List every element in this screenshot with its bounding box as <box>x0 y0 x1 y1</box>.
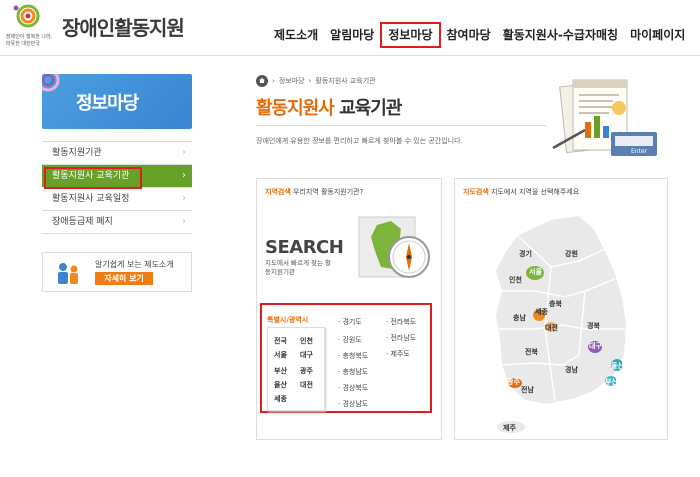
map-region-busan[interactable]: 부산 <box>605 377 618 387</box>
city-link[interactable]: 광주 <box>300 366 313 376</box>
province-link[interactable]: · 전라북도 <box>386 317 416 327</box>
logo-slogan: 장애인이 행복한 나라, 따뜻한 대한민국 <box>6 34 53 47</box>
view-details-button[interactable]: 자세히 보기 <box>95 272 153 285</box>
metro-cities-label: 특별시/광역시 <box>267 316 309 324</box>
sidebar-item-label: 활동지원기관 <box>52 148 102 158</box>
province-link[interactable]: · 충청북도 <box>338 351 368 361</box>
chevron-right-icon: › <box>182 216 186 227</box>
city-link[interactable]: 울산 <box>274 380 287 390</box>
map-region-chungbuk[interactable]: 충북 <box>549 299 562 309</box>
map-region-gyeongnam[interactable]: 경남 <box>565 365 578 375</box>
sidebar-item-label: 장애등급제 폐지 <box>52 217 113 227</box>
home-icon[interactable] <box>256 75 268 87</box>
map-region-ulsan[interactable]: 울산 <box>611 361 624 371</box>
region-search-panel: 지역검색 우리지역 활동지원기관? SEARCH 지도에서 빠르게 찾는 활동지… <box>256 178 442 440</box>
province-link[interactable]: · 경기도 <box>338 317 362 327</box>
compass-map-illustration <box>358 216 430 278</box>
title-divider <box>256 125 546 126</box>
sidebar: 정보마당 활동지원기관 › 활동지원사 교육기관 › 활동지원사 교육일정 › … <box>42 74 192 292</box>
province-link[interactable]: · 강원도 <box>338 335 362 345</box>
page-title-main: 활동지원사 <box>256 98 335 119</box>
region-search-heading: 지역검색 우리지역 활동지원기관? <box>265 188 364 196</box>
nav-item-matching[interactable]: 활동지원사-수급자매칭 <box>497 22 624 48</box>
page-title: 활동지원사 교육기관 <box>256 94 402 120</box>
map-region-gyeongbuk[interactable]: 경북 <box>587 321 600 331</box>
city-link[interactable]: 세종 <box>274 394 287 404</box>
breadcrumb: › 정보마당 › 활동지원사 교육기관 <box>256 75 376 87</box>
nav-item-participation[interactable]: 참여마당 <box>441 22 497 48</box>
site-logo[interactable]: 장애인이 행복한 나라, 따뜻한 대한민국 장애인활동지원 <box>4 4 204 50</box>
metro-cities-list: 전국 인천 서울 대구 부산 광주 울산 대전 세종 <box>267 327 325 411</box>
highlight-outline <box>44 167 142 189</box>
breadcrumb-item[interactable]: 정보마당 <box>279 76 305 86</box>
nav-item-info[interactable]: 정보마당 <box>380 22 441 48</box>
city-link[interactable]: 서울 <box>274 350 287 360</box>
map-region-jeju[interactable]: 제주 <box>503 423 516 433</box>
search-word: SEARCH <box>265 237 344 258</box>
breadcrumb-item[interactable]: 활동지원사 교육기관 <box>315 76 375 86</box>
sidebar-item-grade-abolition[interactable]: 장애등급제 폐지 › <box>42 211 192 234</box>
breadcrumb-separator: › <box>272 77 275 85</box>
map-region-chungnam[interactable]: 충남 <box>513 313 526 323</box>
sidebar-menu: 활동지원기관 › 활동지원사 교육기관 › 활동지원사 교육일정 › 장애등급제… <box>42 141 192 234</box>
swirl-icon <box>42 74 60 92</box>
map-region-incheon[interactable]: 인천 <box>509 275 522 285</box>
nav-item-mypage[interactable]: 마이페이지 <box>624 22 691 48</box>
map-region-gwangju[interactable]: 광주 <box>507 377 520 387</box>
province-link[interactable]: · 충청남도 <box>338 367 368 377</box>
chevron-right-icon: › <box>182 193 186 204</box>
sidebar-item-label: 활동지원사 교육일정 <box>52 194 130 204</box>
map-search-panel: 지도검색 지도에서 지역을 선택해주세요 경기 강원 서울 인천 충북 충남 세… <box>454 178 668 440</box>
map-region-gyeonggi[interactable]: 경기 <box>519 249 532 259</box>
city-link[interactable]: 대전 <box>300 380 313 390</box>
city-link[interactable]: 인천 <box>300 336 313 346</box>
chevron-right-icon: › <box>182 170 186 181</box>
city-link[interactable]: 대구 <box>300 350 313 360</box>
province-link[interactable]: · 경상남도 <box>338 399 368 409</box>
people-icon <box>58 263 78 284</box>
sidebar-title: 정보마당 <box>76 93 139 114</box>
promo-text: 알기쉽게 보는 제도소개 <box>95 260 174 269</box>
site-header: 장애인이 행복한 나라, 따뜻한 대한민국 장애인활동지원 제도소개 알림마당 … <box>0 0 700 56</box>
map-region-daegu[interactable]: 대구 <box>589 341 602 351</box>
page-title-sub: 교육기관 <box>339 98 402 119</box>
nav-item-notice[interactable]: 알림마당 <box>324 22 380 48</box>
province-link[interactable]: · 경상북도 <box>338 383 368 393</box>
map-region-sejong[interactable]: 세종 <box>535 307 548 317</box>
logo-swirl-icon <box>13 4 40 28</box>
search-description: 지도에서 빠르게 찾는 활동지원기관 <box>265 259 331 276</box>
map-search-heading: 지도검색 지도에서 지역을 선택해주세요 <box>463 188 580 196</box>
region-list-highlight: 특별시/광역시 전국 인천 서울 대구 부산 광주 울산 대전 세종 · 경기도… <box>260 303 432 413</box>
sidebar-item-training-schedule[interactable]: 활동지원사 교육일정 › <box>42 188 192 211</box>
sidebar-banner: 정보마당 <box>42 74 192 129</box>
system-intro-promo: 알기쉽게 보는 제도소개 자세히 보기 <box>42 252 192 292</box>
chevron-right-icon: › <box>182 147 186 158</box>
map-region-seoul[interactable]: 서울 <box>529 267 542 277</box>
province-link[interactable]: · 제주도 <box>386 349 410 359</box>
breadcrumb-separator: › <box>308 77 312 85</box>
city-link[interactable]: 부산 <box>274 366 287 376</box>
map-region-gangwon[interactable]: 강원 <box>565 249 578 259</box>
map-region-jeonbuk[interactable]: 전북 <box>525 347 538 357</box>
main-nav: 제도소개 알림마당 정보마당 참여마당 활동지원사-수급자매칭 마이페이지 <box>268 22 691 48</box>
nav-item-intro[interactable]: 제도소개 <box>268 22 324 48</box>
page-description: 장애인에게 유용한 정보를 편리하고 빠르게 찾아볼 수 있는 공간입니다. <box>256 137 463 145</box>
sidebar-item-training-institutions[interactable]: 활동지원사 교육기관 › <box>42 165 192 189</box>
documents-illustration: Enter <box>552 79 657 156</box>
map-region-jeonnam[interactable]: 전남 <box>521 385 534 395</box>
korea-map <box>493 213 629 433</box>
province-link[interactable]: · 전라남도 <box>386 333 416 343</box>
sidebar-item-agencies[interactable]: 활동지원기관 › <box>42 142 192 165</box>
logo-title: 장애인활동지원 <box>62 16 185 40</box>
city-link[interactable]: 전국 <box>274 336 287 346</box>
map-region-daejeon[interactable]: 대전 <box>545 323 558 333</box>
svg-text:Enter: Enter <box>631 148 648 155</box>
